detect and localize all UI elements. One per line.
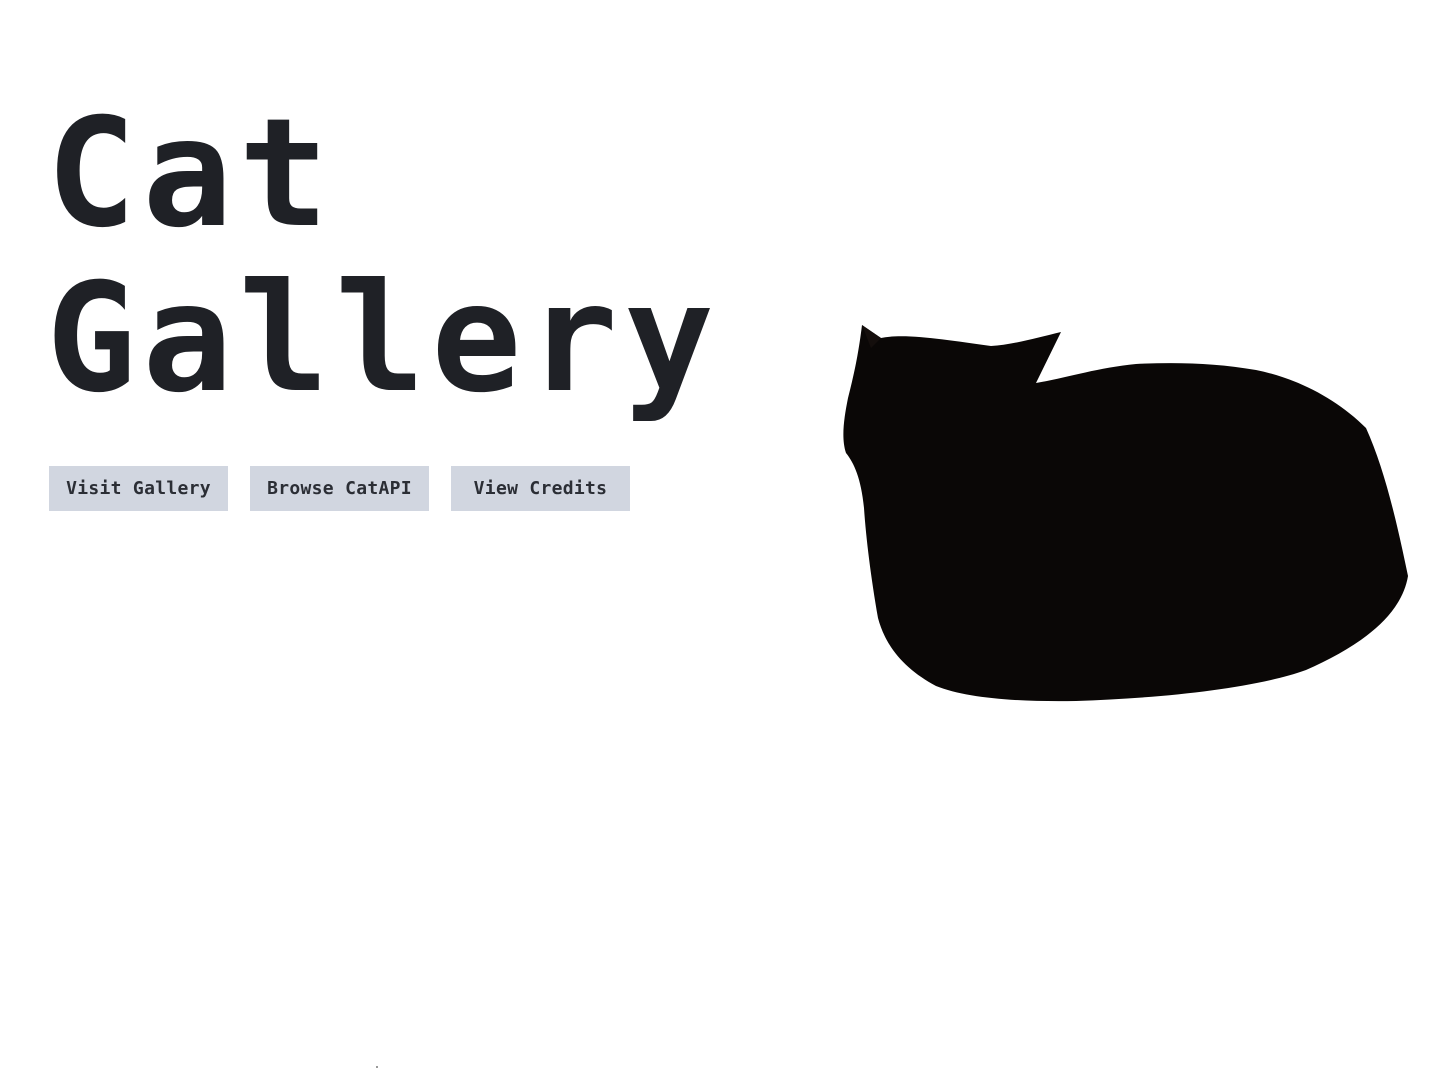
cat-silhouette	[843, 325, 1408, 702]
visit-gallery-button[interactable]: Visit Gallery	[49, 466, 228, 511]
action-button-row: Visit Gallery Browse CatAPI View Credits	[49, 466, 630, 511]
browse-catapi-button[interactable]: Browse CatAPI	[250, 466, 429, 511]
page-title-line-2: Gallery	[46, 252, 721, 426]
view-credits-button[interactable]: View Credits	[451, 466, 630, 511]
cat-image	[843, 325, 1408, 702]
page-title: Cat Gallery	[46, 92, 720, 422]
page-title-line-1: Cat	[46, 87, 335, 261]
footer-mark	[376, 1066, 378, 1068]
